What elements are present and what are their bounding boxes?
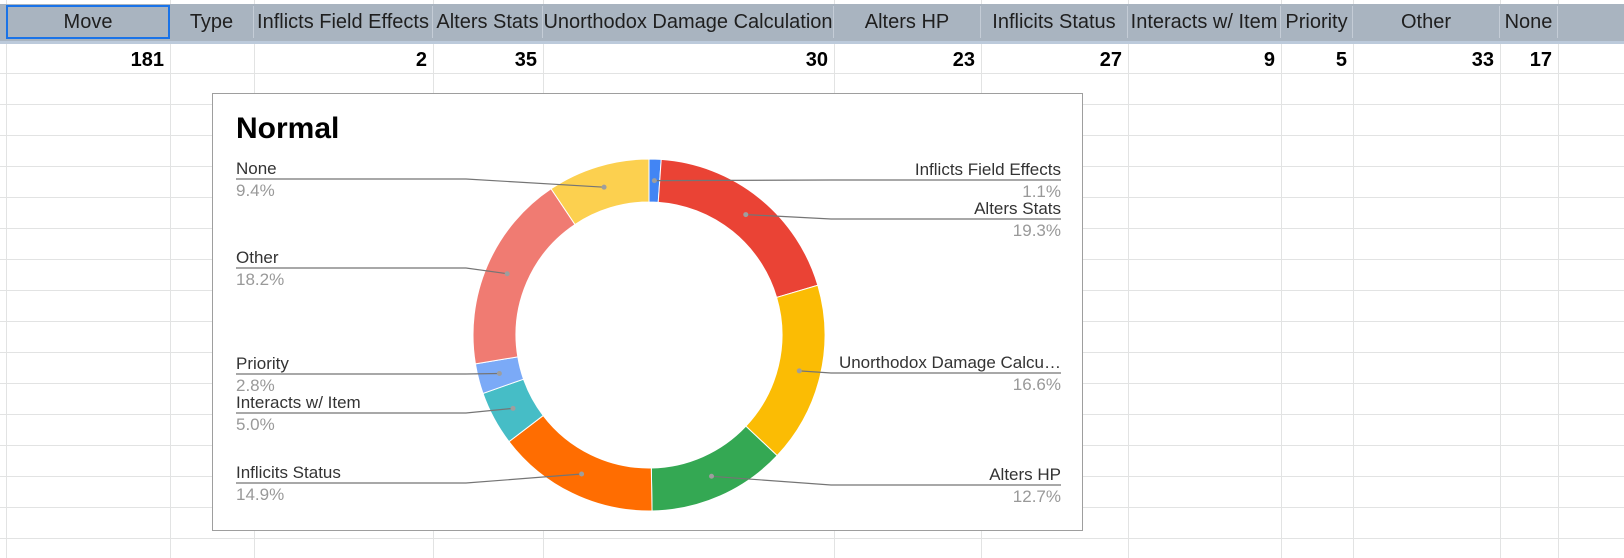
slice-percent: 14.9% — [236, 485, 284, 504]
header-cell[interactable]: Alters HP — [834, 6, 981, 38]
grid-column-line — [1281, 0, 1282, 558]
grid-column-line — [6, 0, 7, 558]
grid-column-line — [1558, 0, 1559, 558]
grid-row-line — [0, 538, 1624, 539]
grid-column-line — [1353, 0, 1354, 558]
leader-line — [654, 179, 1061, 182]
slice-label: Inflicits Status — [236, 463, 341, 482]
header-cell[interactable]: Priority — [1281, 6, 1353, 38]
leader-dot — [510, 405, 516, 411]
slice-percent: 9.4% — [236, 181, 275, 200]
value-cell[interactable]: 30 — [543, 46, 834, 74]
header-row-border — [0, 41, 1624, 44]
pie-chart[interactable]: Normal Inflicts Field Effects 1.1% Alters … — [212, 93, 1083, 531]
header-cell[interactable]: Other — [1353, 6, 1500, 38]
header-cell[interactable]: Type — [170, 6, 254, 38]
leader-dot — [709, 473, 715, 479]
value-cell[interactable]: 2 — [254, 46, 433, 74]
pie-slice[interactable] — [650, 425, 778, 512]
leader-line — [236, 372, 500, 375]
header-cell[interactable]: Inflicits Status — [981, 6, 1128, 38]
grid-column-line — [170, 0, 171, 558]
value-cell[interactable]: 23 — [834, 46, 981, 74]
slice-label: Unorthodox Damage Calcu… — [839, 353, 1061, 372]
header-cell-selected[interactable]: Move — [6, 5, 170, 39]
slice-label: Priority — [236, 354, 289, 373]
slice-label: Other — [236, 248, 279, 267]
header-cell[interactable]: Alters Stats — [433, 6, 543, 38]
value-cell[interactable]: 33 — [1353, 46, 1500, 74]
leader-dot — [796, 368, 802, 374]
value-cell[interactable] — [170, 46, 254, 74]
header-cell[interactable]: Inflicts Field Effects — [254, 6, 433, 38]
slice-percent: 16.6% — [1013, 375, 1061, 394]
slice-label: Interacts w/ Item — [236, 393, 361, 412]
slice-label: Alters Stats — [974, 199, 1061, 218]
value-cell[interactable]: 27 — [981, 46, 1128, 74]
leader-dot — [579, 471, 585, 477]
leader-dot — [743, 212, 749, 218]
leader-dot — [601, 184, 607, 190]
leader-dot — [504, 271, 510, 277]
leader-dot — [651, 178, 657, 184]
slice-label: Alters HP — [989, 465, 1061, 484]
value-cell[interactable]: 5 — [1281, 46, 1353, 74]
pie-slice[interactable] — [745, 284, 826, 457]
slice-percent: 18.2% — [236, 270, 284, 289]
grid-column-line — [1500, 0, 1501, 558]
slice-percent: 12.7% — [1013, 487, 1061, 506]
header-cell[interactable]: Interacts w/ Item — [1128, 6, 1281, 38]
slice-percent: 19.3% — [1013, 221, 1061, 240]
slice-label: Inflicts Field Effects — [915, 160, 1061, 179]
grid-column-line — [1128, 0, 1129, 558]
leader-dot — [496, 370, 502, 376]
value-cell[interactable]: 17 — [1500, 46, 1558, 74]
leader-line — [236, 178, 605, 188]
pie-slice[interactable] — [472, 188, 576, 365]
slice-percent: 5.0% — [236, 415, 275, 434]
slice-percent: 2.8% — [236, 376, 275, 395]
value-cell[interactable]: 181 — [6, 46, 170, 74]
header-cell[interactable]: None — [1500, 6, 1558, 38]
value-cell[interactable]: 35 — [433, 46, 543, 74]
pie-slice[interactable] — [508, 414, 653, 512]
value-cell[interactable]: 9 — [1128, 46, 1281, 74]
donut-chart-svg: Inflicts Field Effects1.1%Alters Stats19… — [236, 158, 1061, 512]
slice-label: None — [236, 159, 277, 178]
header-cell[interactable]: Unorthodox Damage Calculation — [543, 6, 834, 38]
